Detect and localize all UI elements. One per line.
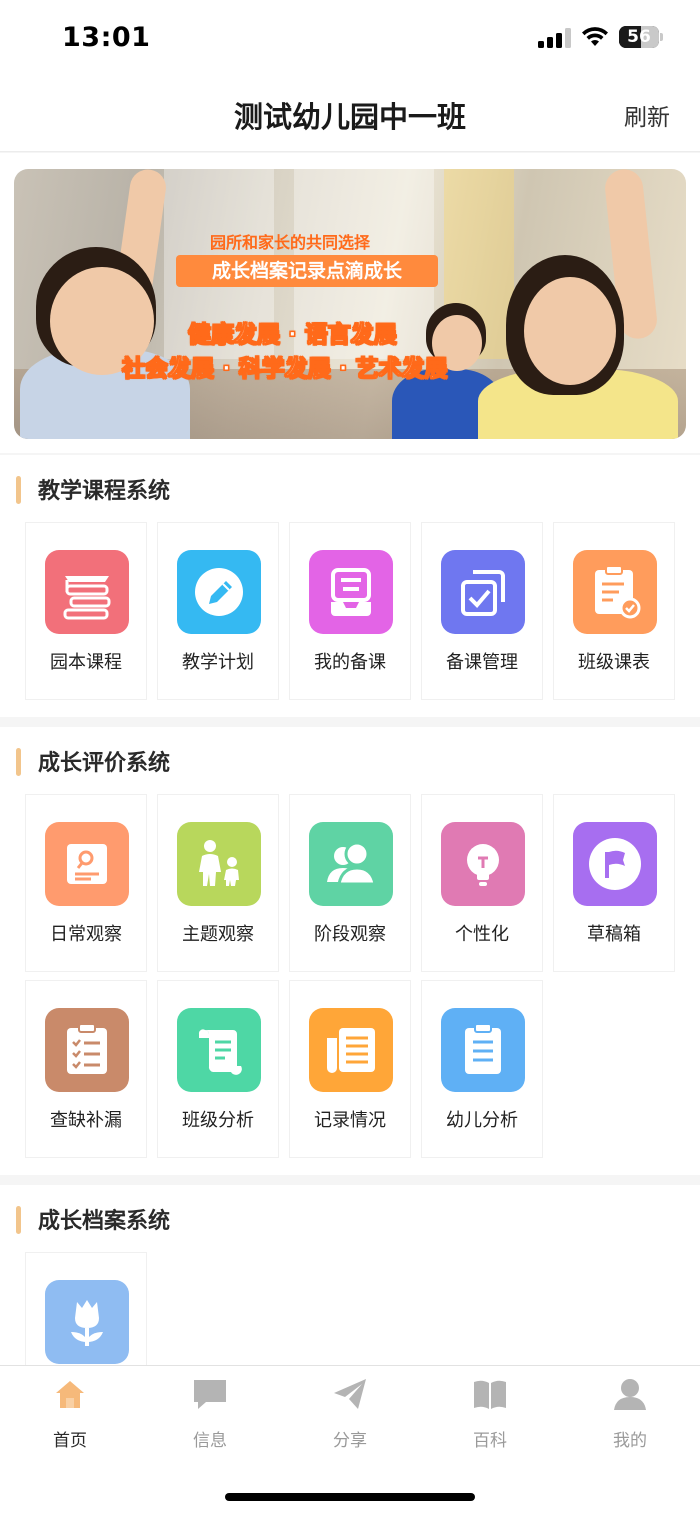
tray-icon <box>309 550 393 634</box>
menu-tile-child-analysis[interactable]: 幼儿分析 <box>421 980 543 1158</box>
clipboard-check-icon <box>573 550 657 634</box>
home-icon <box>52 1376 88 1412</box>
user-icon <box>612 1376 648 1412</box>
section-header: 成长档案系统 <box>0 1185 700 1251</box>
refresh-button[interactable]: 刷新 <box>624 98 670 132</box>
menu-tile-gap-check[interactable]: 查缺补漏 <box>25 980 147 1158</box>
tile-label: 教学计划 <box>182 652 254 673</box>
tile-label: 阶段观察 <box>314 924 386 945</box>
icon-bg <box>309 550 393 634</box>
flag-icon <box>573 822 657 906</box>
menu-tile-teaching-plan[interactable]: 教学计划 <box>157 522 279 700</box>
section-evaluation: 成长评价系统 日常观察 主题观察 阶段观察 个性化 草稿箱 查缺补漏 班级分析 … <box>0 727 700 1175</box>
banner-subtitle: 园所和家长的共同选择 <box>210 233 371 252</box>
tab-messages[interactable]: 信息 <box>140 1366 280 1456</box>
menu-tile-daily-observation[interactable]: 日常观察 <box>25 794 147 972</box>
icon-bg <box>441 550 525 634</box>
menu-tile-class-analysis[interactable]: 班级分析 <box>157 980 279 1158</box>
tile-label: 园本课程 <box>50 652 122 673</box>
graduation-cap-books-icon <box>45 550 129 634</box>
tab-label: 信息 <box>193 1431 227 1451</box>
section-accent-bar <box>16 476 21 504</box>
menu-tile-curriculum[interactable]: 园本课程 <box>25 522 147 700</box>
tile-label: 备课管理 <box>446 652 518 673</box>
lightbulb-icon <box>441 822 525 906</box>
cellular-signal-icon <box>538 28 571 48</box>
battery-cap <box>660 33 663 41</box>
section-accent-bar <box>16 748 21 776</box>
menu-tile-stage-observation[interactable]: 阶段观察 <box>289 794 411 972</box>
tile-label: 班级分析 <box>182 1110 254 1131</box>
tab-label: 百科 <box>473 1431 507 1451</box>
tile-label: 我的备课 <box>314 652 386 673</box>
tile-label: 查缺补漏 <box>50 1110 122 1131</box>
banner-pill: 成长档案记录点滴成长 <box>176 255 438 287</box>
newspaper-icon <box>309 1008 393 1092</box>
tab-label: 我的 <box>613 1431 647 1451</box>
menu-tile-my-lessons[interactable]: 我的备课 <box>289 522 411 700</box>
menu-tile-theme-observation[interactable]: 主题观察 <box>157 794 279 972</box>
section-title: 教学课程系统 <box>38 479 171 504</box>
wifi-icon <box>582 27 608 46</box>
section-header: 成长评价系统 <box>0 727 700 793</box>
message-icon <box>192 1376 228 1412</box>
clipboard-list-icon <box>441 1008 525 1092</box>
copy-check-icon <box>441 550 525 634</box>
tab-share[interactable]: 分享 <box>280 1366 420 1456</box>
menu-tile-class-schedule[interactable]: 班级课表 <box>553 522 675 700</box>
page-title: 测试幼儿园中一班 <box>233 100 466 134</box>
menu-tile-personalization[interactable]: 个性化 <box>421 794 543 972</box>
send-icon <box>332 1376 368 1412</box>
menu-tile-record-status[interactable]: 记录情况 <box>289 980 411 1158</box>
banner-section: 园所和家长的共同选择 成长档案记录点滴成长 健康发展 · 语言发展 社会发展 ·… <box>0 153 700 453</box>
tab-encyclopedia[interactable]: 百科 <box>420 1366 560 1456</box>
search-document-icon <box>45 822 129 906</box>
tab-label: 首页 <box>53 1431 87 1451</box>
section-teaching: 教学课程系统 园本课程 教学计划 我的备课 备课管理 班级课表 <box>0 455 700 717</box>
tile-label: 草稿箱 <box>587 924 641 945</box>
tab-home[interactable]: 首页 <box>0 1366 140 1456</box>
section-title: 成长档案系统 <box>38 1209 171 1234</box>
status-bar: 13:01 56 <box>0 0 700 76</box>
tab-bar: 首页 信息 分享 百科 我的 <box>0 1365 700 1515</box>
banner-image[interactable]: 园所和家长的共同选择 成长档案记录点滴成长 健康发展 · 语言发展 社会发展 ·… <box>14 169 686 439</box>
section-title: 成长评价系统 <box>38 751 171 776</box>
icon-bg <box>45 550 129 634</box>
tile-label: 日常观察 <box>50 924 122 945</box>
tab-label: 分享 <box>333 1431 367 1451</box>
battery-icon: 56 <box>619 26 659 48</box>
nav-bar: 测试幼儿园中一班 刷新 <box>0 76 700 152</box>
section-archive: 成长档案系统 <box>0 1185 700 1365</box>
tile-label: 幼儿分析 <box>446 1110 518 1131</box>
checklist-icon <box>45 1008 129 1092</box>
battery-indicator: 56 <box>619 26 663 48</box>
tulip-icon <box>45 1280 129 1364</box>
tile-label: 个性化 <box>455 924 509 945</box>
book-icon <box>472 1376 508 1412</box>
tab-profile[interactable]: 我的 <box>560 1366 700 1456</box>
parent-child-icon <box>177 822 261 906</box>
section-header: 教学课程系统 <box>0 455 700 521</box>
banner-line: 社会发展 · 科学发展 · 艺术发展 <box>122 356 449 383</box>
menu-tile-lesson-management[interactable]: 备课管理 <box>421 522 543 700</box>
menu-tile-growth-archive[interactable] <box>25 1252 147 1365</box>
users-icon <box>309 822 393 906</box>
home-indicator <box>225 1493 475 1501</box>
banner-line: 健康发展 · 语言发展 <box>188 322 398 349</box>
tile-label: 记录情况 <box>314 1110 386 1131</box>
scroll-icon <box>177 1008 261 1092</box>
menu-tile-drafts[interactable]: 草稿箱 <box>553 794 675 972</box>
battery-percent: 56 <box>627 27 651 47</box>
tile-label: 班级课表 <box>578 652 650 673</box>
tile-label: 主题观察 <box>182 924 254 945</box>
section-accent-bar <box>16 1206 21 1234</box>
pencil-icon <box>177 550 261 634</box>
status-time: 13:01 <box>62 22 151 53</box>
kid-face <box>524 277 616 385</box>
